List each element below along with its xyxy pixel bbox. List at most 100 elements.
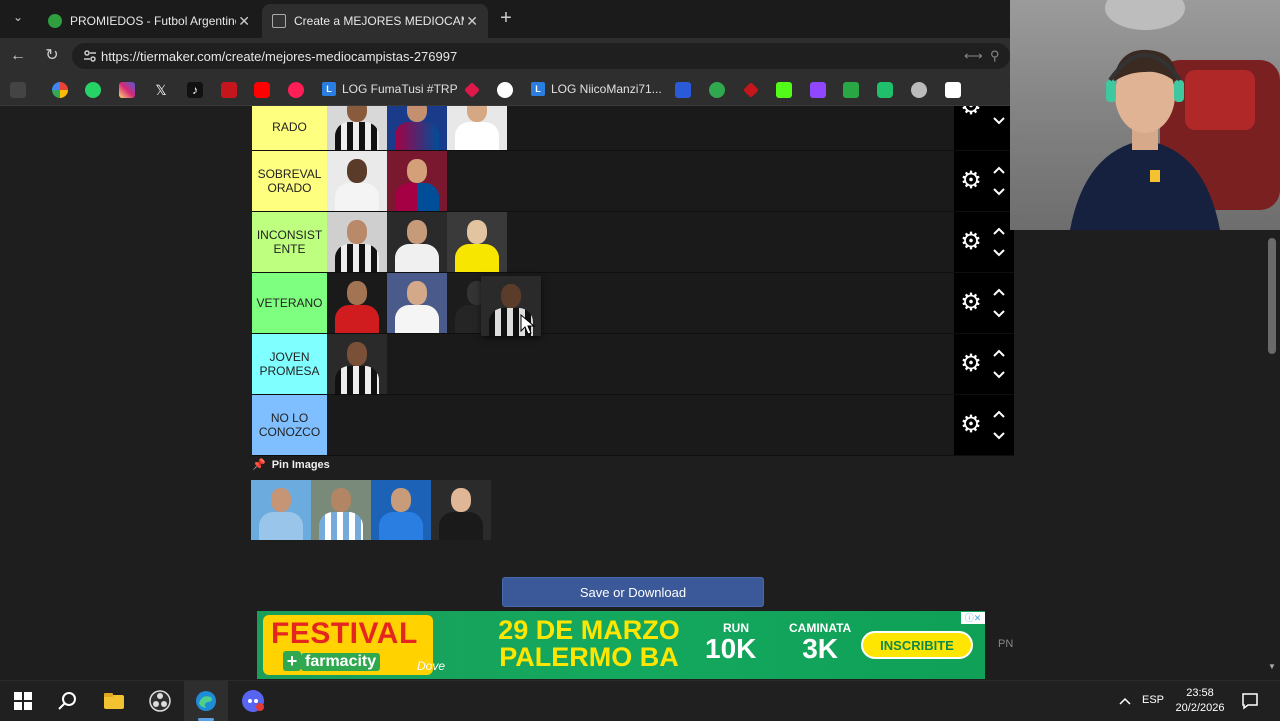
tier-label[interactable]: NO LO CONOZCO [252,395,327,455]
bookmark-gamepad-icon[interactable] [10,82,26,98]
bookmark-youtube-icon[interactable] [254,82,270,98]
bookmark-f-icon[interactable] [877,82,893,98]
tab-tiermaker[interactable]: Create a MEJORES MEDIOCAMPIS ✕ [262,4,488,38]
obs-icon[interactable] [148,689,172,713]
tier-label[interactable]: INCONSIST ENTE [252,212,327,272]
scrollbar-thumb[interactable] [1268,238,1276,354]
tab-bar: ⌄ PROMIEDOS - Futbol Argentino - R ✕ Cre… [0,0,1010,38]
player-thumbnail[interactable] [327,273,387,333]
chevron-up-icon[interactable] [989,161,1009,179]
bookmark-ball-icon[interactable] [709,82,725,98]
chevron-down-icon[interactable] [989,244,1009,262]
close-tab-icon[interactable]: ✕ [238,13,250,30]
gear-icon[interactable]: ⚙ [960,169,982,193]
bookmark-google-icon[interactable] [52,82,68,98]
player-thumbnail[interactable] [327,212,387,272]
player-thumbnail[interactable] [387,273,447,333]
chevron-down-icon[interactable] [989,183,1009,201]
tab-promiedos[interactable]: PROMIEDOS - Futbol Argentino - R ✕ [38,4,260,38]
bookmark-diamond-icon[interactable] [464,82,480,98]
bookmark-white-icon[interactable] [945,82,961,98]
ad-inscribite-button[interactable]: INSCRIBITE [861,631,973,659]
player-thumbnail[interactable] [447,106,507,150]
language-indicator[interactable]: ESP [1142,694,1164,706]
player-thumbnail[interactable] [327,334,387,394]
gear-icon[interactable]: ⚙ [960,230,982,254]
taskbar: ESP 23:58 20/2/2026 [0,680,1280,721]
zoom-icon[interactable]: ⚲ [990,48,1006,64]
bookmark-whatsapp-icon[interactable] [85,82,101,98]
save-or-download-button[interactable]: Save or Download [502,577,764,607]
pin-image-thumbnail[interactable] [371,480,431,540]
bookmark-log-fumatusi[interactable]: L LOG FumaTusi #TRP [322,82,458,96]
back-arrow-icon[interactable]: ← [8,46,28,66]
webcam-overlay [1010,0,1280,230]
gear-icon[interactable]: ⚙ [960,106,982,119]
chevron-down-icon[interactable] [989,305,1009,323]
pin-images-label: Pin Images [271,458,330,471]
system-tray-chevron-up-icon[interactable] [1118,695,1132,707]
bookmark-instagram-icon[interactable] [119,82,135,98]
chevron-down-icon[interactable] [989,112,1009,130]
player-thumbnail[interactable] [387,151,447,211]
bookmark-grid-icon[interactable] [675,82,691,98]
chevron-up-icon[interactable] [989,344,1009,362]
scroll-down-arrow-icon[interactable]: ▼ [1267,662,1277,672]
bookmark-kick-icon[interactable] [776,82,792,98]
gear-icon[interactable]: ⚙ [960,352,982,376]
player-thumbnail[interactable] [327,106,387,150]
pin-image-thumbnail[interactable] [311,480,371,540]
pin-images-title: 📌 Pin Images [252,458,330,472]
bookmark-x-icon[interactable]: 𝕏 [153,82,169,98]
chevron-down-icon[interactable] [989,366,1009,384]
bookmark-red-icon[interactable] [221,82,237,98]
player-thumbnail[interactable] [327,151,387,211]
system-clock[interactable]: 23:58 20/2/2026 [1168,686,1232,716]
page-scrollbar[interactable]: ▼ [1264,230,1280,680]
bookmark-log-niicomanzi[interactable]: L LOG NiicoManzi71... [531,82,662,96]
chevron-down-icon[interactable] [989,427,1009,445]
tier-label[interactable]: VETERANO [252,273,327,333]
site-info-icon[interactable] [82,48,98,64]
bookmark-gray-icon[interactable] [911,82,927,98]
search-icon[interactable] [56,689,80,713]
bookmark-media-icon[interactable] [288,82,304,98]
translate-icon[interactable]: ⟷ [964,48,983,64]
tier-label[interactable]: JOVEN PROMESA [252,334,327,394]
chevron-up-icon[interactable] [989,405,1009,423]
bookmark-circle-icon[interactable] [497,82,513,98]
tier-label[interactable]: RADO [252,106,327,150]
close-tab-icon[interactable]: ✕ [466,13,478,30]
ad-close-icon[interactable]: ⓘ✕ [961,612,985,624]
chevron-up-icon[interactable] [989,283,1009,301]
notifications-icon[interactable] [1240,691,1260,711]
advertisement-banner[interactable]: FESTIVAL + farmacity Dove 29 DE MARZO PA… [257,611,985,679]
pin-images-list [251,480,491,540]
chevron-up-icon[interactable] [989,222,1009,240]
discord-icon[interactable] [241,689,265,713]
log-bookmark-icon: L [322,82,336,96]
mouse-cursor-icon [520,314,536,335]
pin-image-thumbnail[interactable] [251,480,311,540]
taskbar-active-app[interactable] [184,681,228,721]
reload-icon[interactable]: ↻ [42,46,62,66]
bookmark-sheet-icon[interactable] [843,82,859,98]
tier-label[interactable]: SOBREVAL ORADO [252,151,327,211]
pin-image-thumbnail[interactable] [431,480,491,540]
gear-icon[interactable]: ⚙ [960,413,982,437]
address-bar[interactable]: https://tiermaker.com/create/mejores-med… [72,43,1010,69]
player-thumbnail[interactable] [387,212,447,272]
bookmark-red-diamond-icon[interactable] [743,82,759,98]
bookmark-tiktok-icon[interactable]: ♪ [187,82,203,98]
bookmark-twitch-icon[interactable] [810,82,826,98]
player-thumbnail[interactable] [387,106,447,150]
gear-icon[interactable]: ⚙ [960,291,982,315]
streamer-webcam-image [1070,0,1280,230]
file-explorer-icon[interactable] [102,689,126,713]
tab-list-chevron-icon[interactable]: ⌄ [8,10,28,28]
tier-controls: ⚙ [954,151,1014,211]
windows-start-icon[interactable] [11,689,35,713]
tier-controls: ⚙ [954,334,1014,394]
new-tab-plus-icon[interactable]: + [496,8,516,28]
player-thumbnail[interactable] [447,212,507,272]
